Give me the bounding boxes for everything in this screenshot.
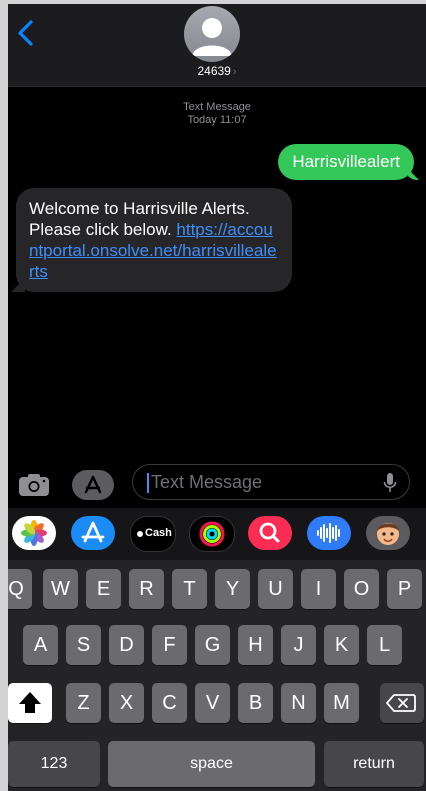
key-g[interactable]: G [195, 625, 230, 665]
return-key[interactable]: return [324, 741, 424, 787]
message-input[interactable]: Text Message [132, 464, 410, 500]
microphone-icon[interactable] [383, 472, 397, 494]
composer-row: Text Message [8, 462, 426, 508]
numbers-key[interactable]: 123 [8, 741, 100, 787]
thread-meta: Text Message Today 11:07 [8, 101, 426, 127]
service-label: Text Message [183, 101, 251, 113]
key-z[interactable]: Z [66, 683, 101, 723]
text-caret [147, 473, 149, 493]
key-b[interactable]: B [238, 683, 273, 723]
message-input-placeholder: Text Message [151, 472, 263, 492]
incoming-message-bubble[interactable]: Welcome to Harrisville Alerts. Please cl… [16, 188, 292, 292]
shift-icon [19, 692, 41, 713]
app-store-button[interactable] [72, 470, 114, 500]
app-store-icon [84, 475, 102, 494]
message-timestamp: Today 11:07 [187, 114, 247, 126]
key-a[interactable]: A [23, 625, 58, 665]
space-key[interactable]: space [108, 741, 315, 787]
apple-cash-label: Cash [145, 527, 172, 539]
keyboard: Q W E R T Y U I O P A S D F G H J K L Z … [8, 560, 426, 791]
messages-screen: 24639 › Text Message Today 11:07 Harrisvi… [8, 4, 426, 791]
key-j[interactable]: J [281, 625, 316, 665]
key-k[interactable]: K [324, 625, 359, 665]
imessage-app-tray: Cash [8, 508, 426, 560]
key-o[interactable]: O [344, 569, 379, 609]
key-x[interactable]: X [109, 683, 144, 723]
chevron-left-icon[interactable] [14, 18, 38, 48]
key-t[interactable]: T [172, 569, 207, 609]
activity-rings-icon [199, 521, 225, 547]
key-d[interactable]: D [109, 625, 144, 665]
key-s[interactable]: S [66, 625, 101, 665]
waveform-icon [317, 523, 340, 543]
delete-backspace-icon [386, 694, 416, 712]
key-u[interactable]: U [258, 569, 293, 609]
key-n[interactable]: N [281, 683, 316, 723]
delete-key[interactable] [380, 683, 424, 723]
photos-icon [21, 520, 47, 546]
key-y[interactable]: Y [215, 569, 250, 609]
contact-avatar[interactable] [184, 6, 240, 62]
photos-app[interactable] [12, 516, 56, 550]
app-store-app[interactable] [71, 516, 115, 550]
memoji-app[interactable] [366, 516, 410, 550]
key-i[interactable]: I [301, 569, 336, 609]
key-q[interactable]: Q [8, 569, 32, 609]
shift-key[interactable] [8, 683, 52, 723]
apple-cash-app[interactable]: Cash [130, 516, 176, 552]
app-store-icon [81, 521, 105, 543]
image-search-app[interactable] [248, 516, 292, 550]
key-e[interactable]: E [86, 569, 121, 609]
key-v[interactable]: V [195, 683, 230, 723]
key-l[interactable]: L [367, 625, 402, 665]
image-search-icon [259, 522, 280, 543]
fitness-app[interactable] [189, 516, 235, 552]
memoji-icon [377, 523, 399, 545]
camera-icon[interactable] [18, 473, 50, 497]
outgoing-message-text: Harrisvillealert [292, 152, 400, 171]
key-m[interactable]: M [324, 683, 359, 723]
key-w[interactable]: W [43, 569, 78, 609]
audio-app[interactable] [307, 516, 351, 550]
key-c[interactable]: C [152, 683, 187, 723]
key-h[interactable]: H [238, 625, 273, 665]
outgoing-message-bubble[interactable]: Harrisvillealert [278, 144, 414, 180]
key-r[interactable]: R [129, 569, 164, 609]
person-icon [192, 18, 232, 56]
key-f[interactable]: F [152, 625, 187, 665]
contact-name: 24639 [197, 64, 231, 78]
key-p[interactable]: P [387, 569, 422, 609]
contact-name-row[interactable]: 24639 › [8, 64, 426, 78]
conversation-header: 24639 › [8, 4, 426, 87]
chevron-right-icon: › [232, 66, 237, 78]
